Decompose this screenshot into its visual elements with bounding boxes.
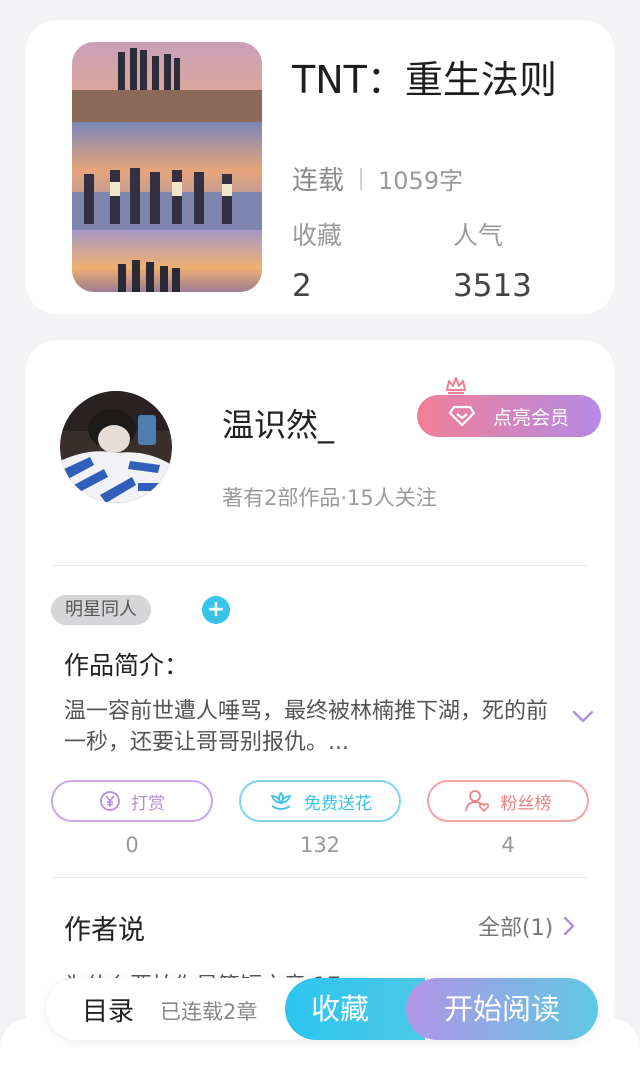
- tip-count: 0: [125, 833, 139, 857]
- book-meta: 连载 1059字: [292, 160, 463, 197]
- meta-divider: [360, 167, 363, 190]
- yen-coin-icon: [100, 791, 120, 811]
- start-reading-button[interactable]: 开始阅读: [406, 978, 598, 1040]
- book-word-count: 1059字: [378, 167, 464, 195]
- tip-label: 打赏: [131, 793, 165, 814]
- fan-user-icon: [464, 790, 489, 813]
- vip-label: 点亮会员: [492, 406, 569, 429]
- chapter-status: 已连载2章: [160, 1000, 258, 1024]
- book-status: 连载: [292, 166, 345, 196]
- chevron-right-icon: [563, 916, 575, 936]
- fan-count: 4: [501, 833, 515, 857]
- stat-popularity-value: 3513: [453, 268, 532, 304]
- book-info-card: TNT：重生法则 连载 1059字 收藏 2 人气 3513: [26, 20, 614, 314]
- diamond-icon: [448, 405, 475, 427]
- send-flower-label: 免费送花: [304, 793, 372, 814]
- author-detail-card: 温识然_ 著有2部作品·15人关注 点亮会员 明星同人 + 作品简介： 温一容前…: [26, 340, 614, 1072]
- stat-favorites-label: 收藏: [292, 221, 343, 250]
- flower-icon: [270, 791, 292, 810]
- fan-ranking-button[interactable]: 粉丝榜: [427, 780, 589, 822]
- tip-button[interactable]: 打赏: [51, 780, 213, 822]
- divider: [52, 565, 588, 566]
- book-cover-image[interactable]: [72, 42, 262, 292]
- vip-activate-button[interactable]: 点亮会员: [417, 395, 601, 437]
- stat-popularity: 人气 3513: [453, 216, 532, 304]
- book-title: TNT：重生法则: [292, 58, 557, 102]
- bottom-action-bar: 目录 已连载2章 收藏 开始阅读: [46, 978, 598, 1040]
- intro-heading: 作品简介：: [64, 651, 190, 680]
- crown-icon: [446, 377, 466, 394]
- author-says-heading: 作者说: [64, 915, 145, 946]
- genre-tag[interactable]: 明星同人: [51, 595, 151, 625]
- author-summary: 著有2部作品·15人关注: [222, 486, 437, 510]
- divider: [52, 877, 588, 878]
- flower-count: 132: [299, 833, 341, 857]
- toc-button[interactable]: 目录: [82, 991, 134, 1028]
- author-avatar[interactable]: [60, 391, 172, 503]
- stat-popularity-label: 人气: [453, 221, 504, 250]
- fan-ranking-label: 粉丝榜: [500, 793, 552, 814]
- stat-favorites: 收藏 2: [292, 216, 342, 304]
- send-flower-button[interactable]: 免费送花: [239, 780, 401, 822]
- intro-text: 温一容前世遭人唾骂，最终被林楠推下湖，死的前一秒，还要让哥哥别报仇。...: [64, 699, 549, 755]
- stat-favorites-value: 2: [292, 268, 312, 304]
- expand-chevron-down-icon[interactable]: [572, 710, 594, 724]
- favorite-button[interactable]: 收藏: [285, 978, 425, 1040]
- add-tag-button[interactable]: +: [202, 596, 230, 624]
- author-says-all-label: 全部(1): [478, 916, 554, 941]
- author-name[interactable]: 温识然_: [222, 400, 334, 446]
- author-says-all-link[interactable]: 全部(1): [478, 910, 575, 942]
